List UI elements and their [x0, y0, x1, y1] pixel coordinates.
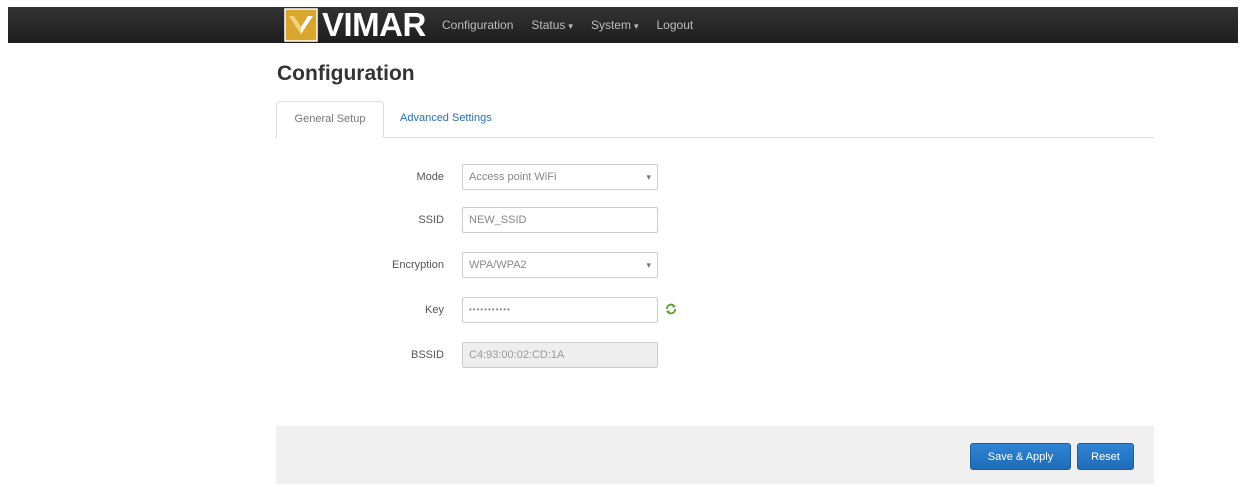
nav-item-label: Configuration — [442, 18, 514, 32]
nav-item-label: Logout — [656, 18, 694, 32]
bssid-label: BSSID — [410, 349, 444, 361]
ssid-row: SSID NEW_SSID — [380, 207, 710, 233]
nav-item-label: System — [590, 18, 631, 32]
encryption-label: Encryption — [392, 259, 444, 271]
encryption-row: Encryption WPA/WPA2 — [380, 252, 710, 278]
brand-name: VIMAR — [322, 6, 426, 43]
reveal-password-icon[interactable] — [665, 303, 677, 315]
bssid-field: C4:93:00:02:CD:1A — [462, 342, 658, 368]
mode-select[interactable]: Access point WiFi — [462, 164, 658, 190]
caret-down-icon: ▾ — [568, 21, 573, 31]
bssid-row: BSSID C4:93:00:02:CD:1A — [380, 342, 710, 368]
save-apply-button[interactable]: Save & Apply — [970, 443, 1071, 470]
tab-advanced-settings[interactable]: Advanced Settings — [386, 101, 506, 136]
ssid-label: SSID — [418, 214, 444, 226]
vimar-logo-icon — [284, 8, 318, 42]
top-navbar: VIMAR Configuration Status ▾ System ▾ Logo… — [8, 7, 1238, 43]
key-input[interactable]: ••••••••••• — [462, 297, 658, 323]
tab-general-setup[interactable]: General Setup — [276, 101, 384, 138]
nav-menu: Configuration Status ▾ System ▾ Logout — [442, 7, 711, 43]
mode-row: Mode Access point WiFi — [380, 164, 710, 190]
nav-item-status[interactable]: Status ▾ — [531, 18, 573, 32]
ssid-input[interactable]: NEW_SSID — [462, 207, 658, 233]
nav-item-label: Status — [531, 18, 566, 32]
nav-item-configuration[interactable]: Configuration — [442, 18, 513, 32]
caret-down-icon: ▾ — [633, 21, 639, 31]
key-label: Key — [425, 304, 444, 316]
reset-button[interactable]: Reset — [1077, 443, 1134, 470]
brand[interactable]: VIMAR — [284, 8, 426, 42]
mode-label: Mode — [416, 171, 444, 183]
actions-bar: Save & Apply Reset — [276, 426, 1154, 484]
tab-bar: General Setup Advanced Settings — [276, 101, 1154, 138]
page-title: Configuration — [277, 62, 415, 85]
nav-item-logout[interactable]: Logout — [657, 18, 694, 32]
key-row: Key ••••••••••• — [380, 297, 710, 323]
nav-item-system[interactable]: System ▾ — [591, 18, 639, 32]
encryption-select[interactable]: WPA/WPA2 — [462, 252, 658, 278]
